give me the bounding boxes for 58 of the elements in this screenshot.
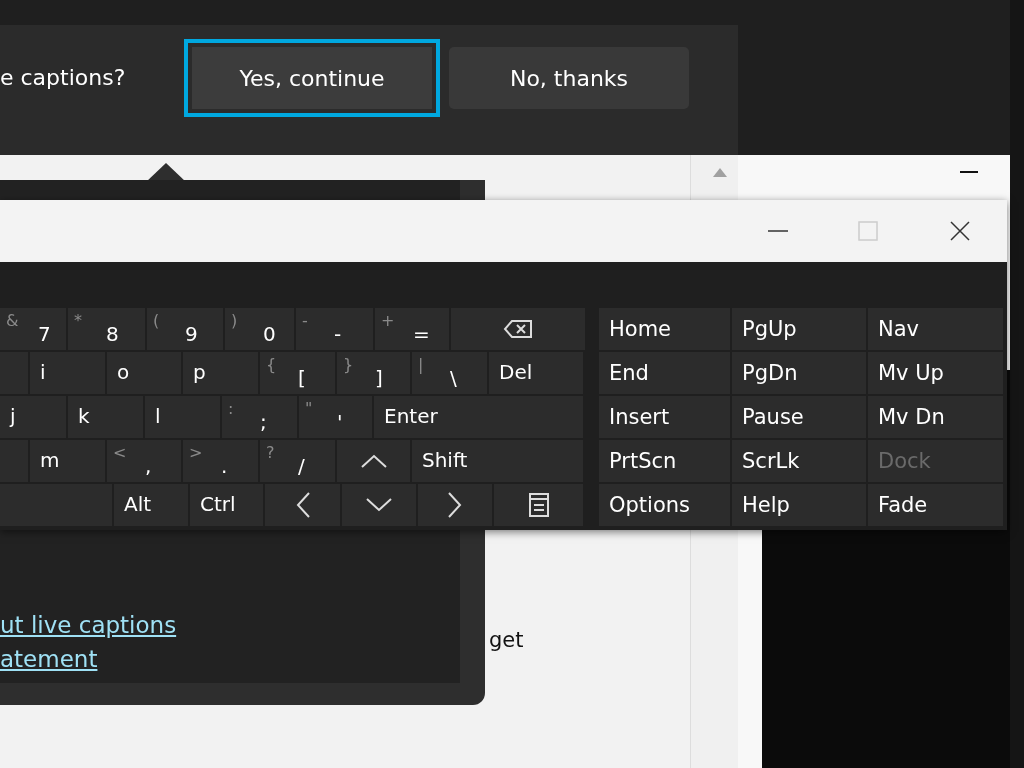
keyboard-key[interactable]: > .	[183, 440, 258, 482]
keyboard-key[interactable]: < ,	[107, 440, 181, 482]
chevron-down-icon	[366, 498, 392, 512]
flyout-link[interactable]: ut live captions	[0, 612, 177, 638]
keyboard-key[interactable]: ScrLk	[732, 440, 866, 482]
keyboard-key[interactable]: PrtScn	[599, 440, 730, 482]
keyboard-key[interactable]: : ;	[222, 396, 297, 438]
keyboard-key[interactable]: PgUp	[732, 308, 866, 350]
keyboard-key[interactable]: Insert	[599, 396, 730, 438]
keyboard-key[interactable]: Nav	[868, 308, 1003, 350]
keyboard-key[interactable]: Fade	[868, 484, 1003, 526]
keyboard-key[interactable]: - -	[296, 308, 373, 350]
keyboard-key[interactable]: Del	[489, 352, 583, 394]
keyboard-key[interactable]: Home	[599, 308, 730, 350]
keyboard-key[interactable]: i	[30, 352, 105, 394]
keyboard-key[interactable]: ? /	[260, 440, 335, 482]
chevron-up-icon	[360, 454, 387, 468]
keyboard-key[interactable]: Ctrl	[190, 484, 263, 526]
keyboard-key[interactable]: Mv Up	[868, 352, 1003, 394]
minimize-icon[interactable]	[960, 171, 978, 174]
keyboard-key[interactable]: p	[183, 352, 258, 394]
flyout-link[interactable]: atement	[0, 646, 177, 672]
keyboard-key[interactable]	[418, 484, 492, 526]
menu-key-icon	[528, 493, 549, 517]
no-button[interactable]: No, thanks	[449, 47, 689, 109]
keyboard-key[interactable]: | \	[412, 352, 487, 394]
keyboard-key[interactable]: { [	[260, 352, 335, 394]
keyboard-key[interactable]: Alt	[114, 484, 188, 526]
keyboard-key[interactable]: " '	[299, 396, 372, 438]
keyboard-key[interactable]	[451, 308, 585, 350]
chevron-right-icon	[448, 492, 462, 518]
keyboard-key[interactable]: } ]	[337, 352, 410, 394]
keyboard-key[interactable]: End	[599, 352, 730, 394]
prompt-question: e captions?	[0, 65, 126, 90]
keyboard-key[interactable]: + =	[375, 308, 449, 350]
keyboard-key[interactable]: j	[0, 396, 66, 438]
keyboard-key[interactable]: Enter	[374, 396, 583, 438]
page-text: get	[489, 628, 524, 652]
keyboard-key[interactable]: Options	[599, 484, 730, 526]
close-icon[interactable]	[950, 221, 970, 241]
yes-button[interactable]: Yes, continue	[192, 47, 432, 109]
chevron-left-icon	[295, 492, 310, 518]
keyboard-key[interactable]: l	[145, 396, 220, 438]
keyboard-key[interactable]	[494, 484, 583, 526]
keyboard-key[interactable]: Pause	[732, 396, 866, 438]
keyboard-key[interactable]: ( 9	[147, 308, 223, 350]
keyboard-key[interactable]: Help	[732, 484, 866, 526]
keyboard-key[interactable]: * 8	[68, 308, 145, 350]
keyboard-key[interactable]: k	[68, 396, 143, 438]
keyboard-key[interactable]: PgDn	[732, 352, 866, 394]
scroll-up-icon[interactable]	[712, 166, 728, 178]
keyboard-key[interactable]: Mv Dn	[868, 396, 1003, 438]
keyboard-key[interactable]: & 7	[0, 308, 66, 350]
keyboard-key[interactable]: o	[107, 352, 181, 394]
keyboard-key[interactable]: Shift	[412, 440, 583, 482]
keyboard-key[interactable]: ) 0	[225, 308, 294, 350]
keyboard-key[interactable]: m	[30, 440, 105, 482]
backspace-icon	[503, 319, 533, 339]
